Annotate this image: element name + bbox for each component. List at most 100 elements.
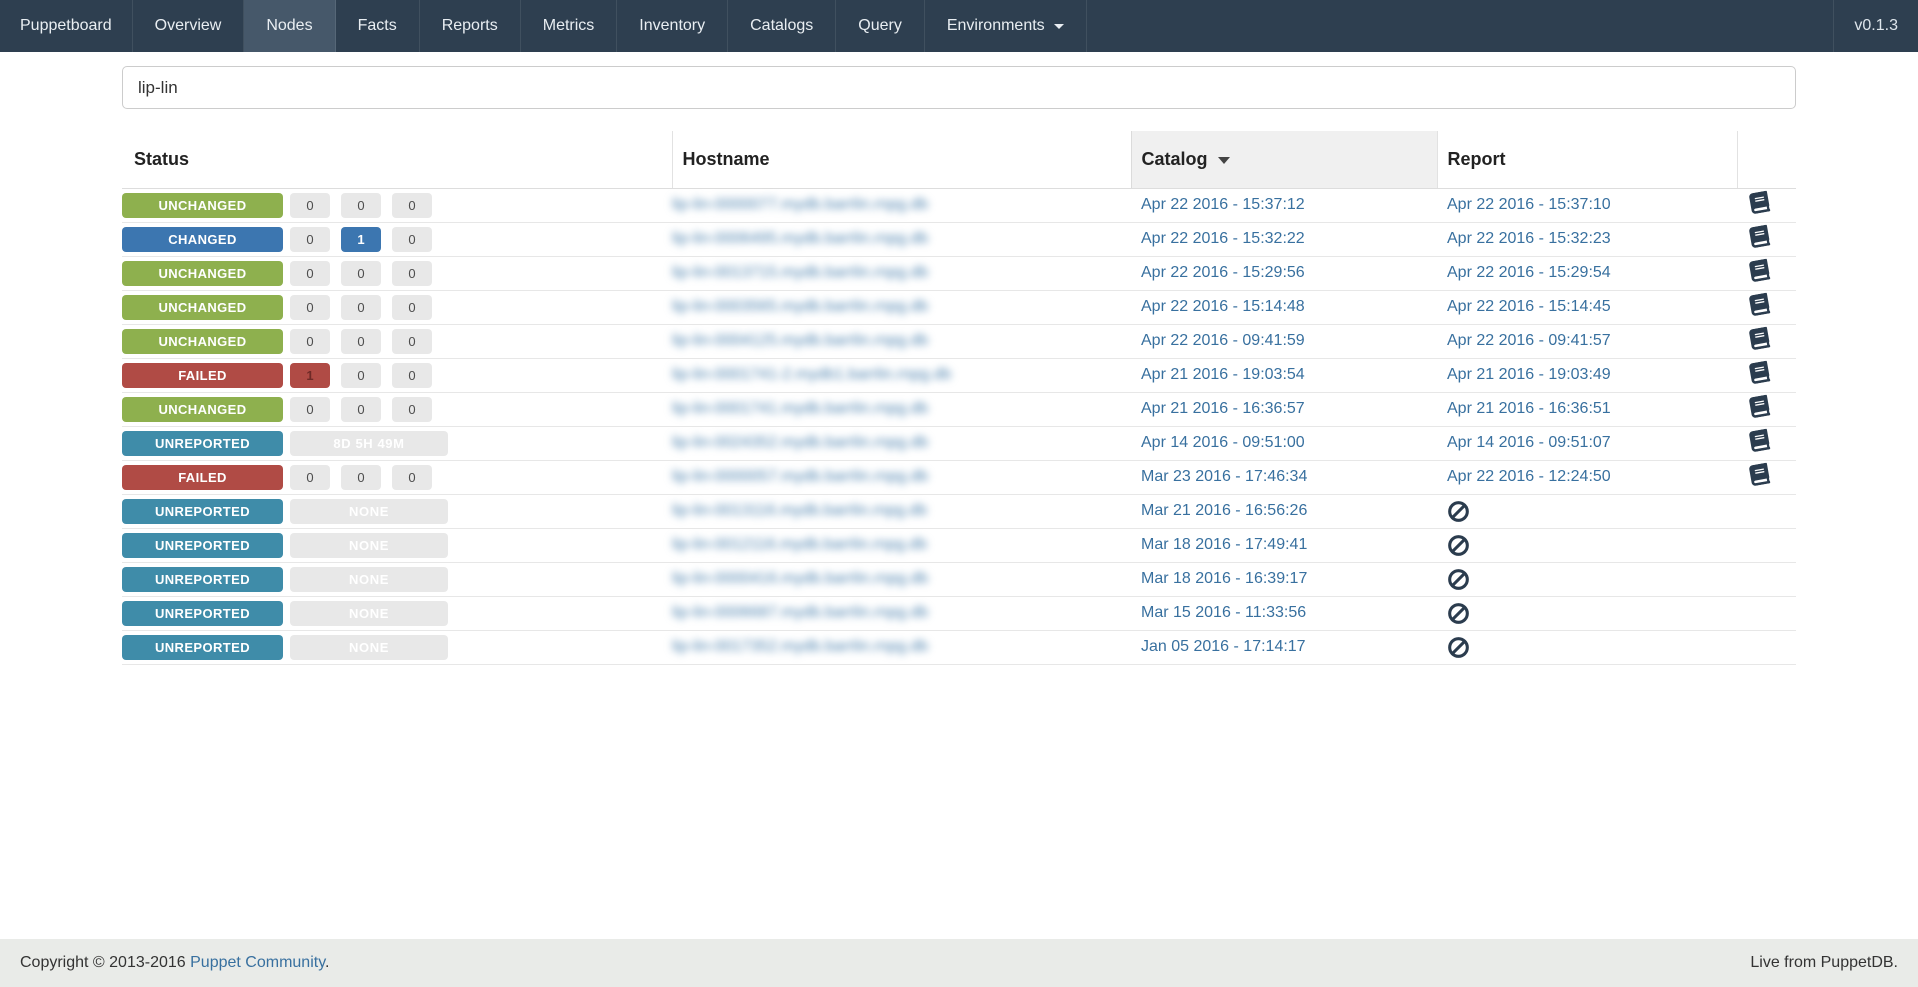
report-book-icon[interactable] <box>1747 326 1771 350</box>
unchanged-count: 0 <box>392 192 432 218</box>
status-badge[interactable]: UNCHANGED <box>122 260 283 286</box>
nav-item-query[interactable]: Query <box>836 0 925 52</box>
hostname-link[interactable]: lip-lin-0000057.mydb.barrlin.rnpg.db <box>672 468 928 485</box>
report-link[interactable]: Apr 22 2016 - 15:14:45 <box>1447 298 1611 315</box>
unchanged-count: 0 <box>392 294 432 320</box>
report-book-icon[interactable] <box>1747 258 1771 282</box>
status-badge[interactable]: UNCHANGED <box>122 396 283 422</box>
catalog-link[interactable]: Mar 15 2016 - 11:33:56 <box>1141 604 1306 621</box>
catalog-link[interactable]: Apr 21 2016 - 16:36:57 <box>1141 400 1305 417</box>
puppet-community-link[interactable]: Puppet Community <box>190 954 325 971</box>
catalog-link[interactable]: Apr 21 2016 - 19:03:54 <box>1141 366 1305 383</box>
status-badge[interactable]: UNREPORTED <box>122 498 283 524</box>
report-icon-cell <box>1737 221 1796 256</box>
report-cell <box>1437 561 1737 596</box>
hostname-link[interactable]: lip-lin-0006495.mydb.barrlin.rnpg.db <box>672 230 928 247</box>
column-header-catalog[interactable]: Catalog <box>1130 131 1437 189</box>
catalog-link[interactable]: Apr 22 2016 - 15:29:56 <box>1141 264 1305 281</box>
hostname-link[interactable]: lip-lin-0013715.mydb.barrlin.rnpg.db <box>672 264 928 281</box>
column-header-report[interactable]: Report <box>1436 131 1737 189</box>
status-cell: FAILED 0 0 0 <box>122 459 672 494</box>
nav-item-metrics[interactable]: Metrics <box>521 0 618 52</box>
status-cell: UNREPORTED NONE <box>122 595 672 630</box>
catalog-link[interactable]: Apr 22 2016 - 15:14:48 <box>1141 298 1305 315</box>
status-badge[interactable]: UNREPORTED <box>122 634 283 660</box>
report-book-icon[interactable] <box>1747 428 1771 452</box>
copyright-text: Copyright © 2013-2016 Puppet Community. <box>20 954 329 972</box>
nav-item-nodes[interactable]: Nodes <box>244 0 336 52</box>
report-link[interactable]: Apr 22 2016 - 12:24:50 <box>1447 468 1611 485</box>
navbar-brand[interactable]: Puppetboard <box>0 0 133 52</box>
hostname-link[interactable]: lip-lin-0006687.mydb.barrlin.rnpg.db <box>672 604 928 621</box>
report-book-icon[interactable] <box>1747 462 1771 486</box>
copyright-period: . <box>325 954 330 971</box>
nav-item-catalogs[interactable]: Catalogs <box>728 0 837 52</box>
table-row: UNREPORTED NONE lip-lin-0013116.mydb.barrl… <box>122 493 1796 528</box>
hostname-link[interactable]: lip-lin-0003565.mydb.barrlin.rnpg.db <box>672 298 928 315</box>
report-link[interactable]: Apr 22 2016 - 09:41:57 <box>1447 332 1611 349</box>
hostname-link[interactable]: lip-lin-0000416.mydb.barrlin.rnpg.db <box>672 570 928 587</box>
changed-count: 0 <box>341 396 381 422</box>
nav-item-facts[interactable]: Facts <box>336 0 420 52</box>
report-link[interactable]: Apr 22 2016 - 15:32:23 <box>1447 230 1611 247</box>
status-badge[interactable]: FAILED <box>122 464 283 490</box>
status-badge[interactable]: UNREPORTED <box>122 532 283 558</box>
hostname-link[interactable]: lip-lin-0001741.mydb.barrlin.rnpg.db <box>672 400 928 417</box>
status-badge[interactable]: UNREPORTED <box>122 566 283 592</box>
nav-item-environments[interactable]: Environments <box>925 0 1087 52</box>
report-link[interactable]: Apr 21 2016 - 16:36:51 <box>1447 400 1611 417</box>
report-book-icon[interactable] <box>1747 394 1771 418</box>
column-header-hostname[interactable]: Hostname <box>671 131 1131 189</box>
status-badge[interactable]: UNCHANGED <box>122 328 283 354</box>
hostname-link[interactable]: lip-lin-0024352.mydb.barrlin.rnpg.db <box>672 434 928 451</box>
hostname-link[interactable]: lip-lin-0001741-2.mydb1.barrlin.rnpg.db <box>672 366 951 383</box>
hostname-cell: lip-lin-0012116.mydb.barrlin.rnpg.db <box>672 527 1131 562</box>
column-header-status[interactable]: Status <box>122 131 672 189</box>
catalog-link[interactable]: Jan 05 2016 - 17:14:17 <box>1141 638 1306 655</box>
status-cell: UNCHANGED 0 0 0 <box>122 255 672 290</box>
search-bar <box>122 66 1796 109</box>
hostname-link[interactable]: lip-lin-0000077.mydb.barrlin.rnpg.db <box>672 196 928 213</box>
status-badge[interactable]: UNREPORTED <box>122 600 283 626</box>
status-badge[interactable]: UNREPORTED <box>122 430 283 456</box>
hostname-link[interactable]: lip-lin-0013116.mydb.barrlin.rnpg.db <box>672 502 927 519</box>
catalog-link[interactable]: Apr 22 2016 - 09:41:59 <box>1141 332 1305 349</box>
catalog-link[interactable]: Mar 18 2016 - 17:49:41 <box>1141 536 1307 553</box>
status-badge[interactable]: FAILED <box>122 362 283 388</box>
catalog-link[interactable]: Apr 14 2016 - 09:51:00 <box>1141 434 1305 451</box>
environments-label: Environments <box>946 17 1045 34</box>
catalog-link[interactable]: Mar 21 2016 - 16:56:26 <box>1141 502 1307 519</box>
nav-item-overview[interactable]: Overview <box>133 0 245 52</box>
catalog-link[interactable]: Apr 22 2016 - 15:32:22 <box>1141 230 1305 247</box>
report-book-icon[interactable] <box>1747 190 1771 214</box>
nav-item-inventory[interactable]: Inventory <box>617 0 729 52</box>
no-report-ban-icon <box>1447 534 1470 557</box>
uptime-pill: NONE <box>290 600 448 626</box>
copyright-prefix: Copyright © 2013-2016 <box>20 954 186 971</box>
hostname-link[interactable]: lip-lin-0017352.mydb.barrlin.rnpg.db <box>672 638 928 655</box>
failed-count: 1 <box>290 362 330 388</box>
report-link[interactable]: Apr 22 2016 - 15:37:10 <box>1447 196 1611 213</box>
hostname-link[interactable]: lip-lin-0004125.mydb.barrlin.rnpg.db <box>672 332 928 349</box>
unchanged-count: 0 <box>392 328 432 354</box>
report-icon-cell <box>1737 493 1796 528</box>
report-book-icon[interactable] <box>1747 224 1771 248</box>
report-link[interactable]: Apr 14 2016 - 09:51:07 <box>1447 434 1611 451</box>
report-link[interactable]: Apr 22 2016 - 15:29:54 <box>1447 264 1611 281</box>
unchanged-count: 0 <box>392 396 432 422</box>
unchanged-count: 0 <box>392 362 432 388</box>
status-badge[interactable]: UNCHANGED <box>122 294 283 320</box>
report-link[interactable]: Apr 21 2016 - 19:03:49 <box>1447 366 1611 383</box>
status-badge[interactable]: CHANGED <box>122 226 283 252</box>
report-book-icon[interactable] <box>1747 360 1771 384</box>
table-row: UNREPORTED NONE lip-lin-0006687.mydb.barrl… <box>122 595 1796 630</box>
catalog-link[interactable]: Mar 23 2016 - 17:46:34 <box>1141 468 1307 485</box>
hostname-link[interactable]: lip-lin-0012116.mydb.barrlin.rnpg.db <box>672 536 927 553</box>
catalog-link[interactable]: Apr 22 2016 - 15:37:12 <box>1141 196 1305 213</box>
nav-item-reports[interactable]: Reports <box>420 0 521 52</box>
report-book-icon[interactable] <box>1747 292 1771 316</box>
hostname-cell: lip-lin-0003565.mydb.barrlin.rnpg.db <box>672 289 1131 324</box>
status-badge[interactable]: UNCHANGED <box>122 192 283 218</box>
node-search-input[interactable] <box>122 66 1796 109</box>
catalog-link[interactable]: Mar 18 2016 - 16:39:17 <box>1141 570 1307 587</box>
